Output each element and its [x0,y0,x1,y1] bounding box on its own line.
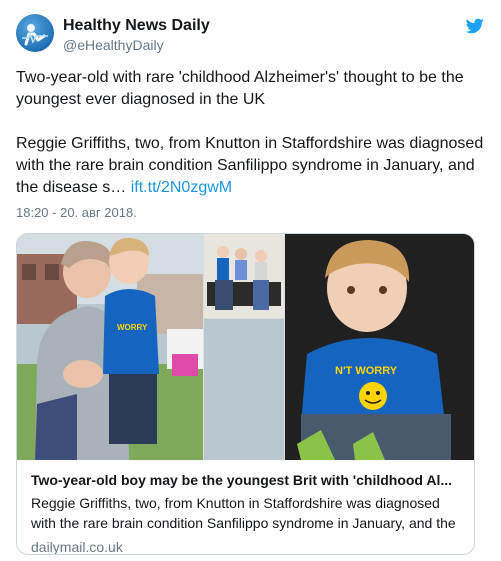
author-name[interactable]: Healthy News Daily [63,17,210,35]
tweet-body-text: Reggie Griffiths, two, from Knutton in S… [16,135,484,196]
tweet-text: Two-year-old with rare 'childhood Alzhei… [16,67,486,199]
card-title[interactable]: Two-year-old boy may be the youngest Bri… [31,471,462,489]
card-domain: dailymail.co.uk [31,539,123,555]
shirt-text: N'T WORRY [335,365,398,377]
tweet-headline: Two-year-old with rare 'childhood Alzhei… [16,69,464,108]
photo-middle-fill [204,319,284,460]
tweet-link[interactable]: ift.tt/2N0zgwM [131,179,232,196]
tweet-timestamp[interactable]: 18:20 - 20. авг 2018. [16,205,137,220]
link-card[interactable]: WORRY N'T WORRY Two-year-old boy may be … [16,233,475,555]
tweet-container: Healthy News Daily @eHealthyDaily Two-ye… [0,0,501,561]
card-body[interactable]: Two-year-old boy may be the youngest Bri… [17,461,474,555]
svg-text:WORRY: WORRY [117,323,148,332]
avatar[interactable] [16,14,54,52]
card-description: Reggie Griffiths, two, from Knutton in S… [31,495,456,531]
tweet-body: Reggie Griffiths, two, from Knutton in S… [16,133,486,199]
author-handle[interactable]: @eHealthyDaily [63,37,164,53]
photo-family-sofa [204,234,284,318]
photo-boy-on-sofa: N'T WORRY [285,234,474,460]
tweet-header: Healthy News Daily @eHealthyDaily [16,14,486,58]
card-image[interactable]: WORRY N'T WORRY [17,234,474,460]
healthy-news-logo-icon [22,24,48,46]
photo-mother-and-son: WORRY [17,234,203,460]
twitter-bird-icon[interactable] [466,18,484,34]
